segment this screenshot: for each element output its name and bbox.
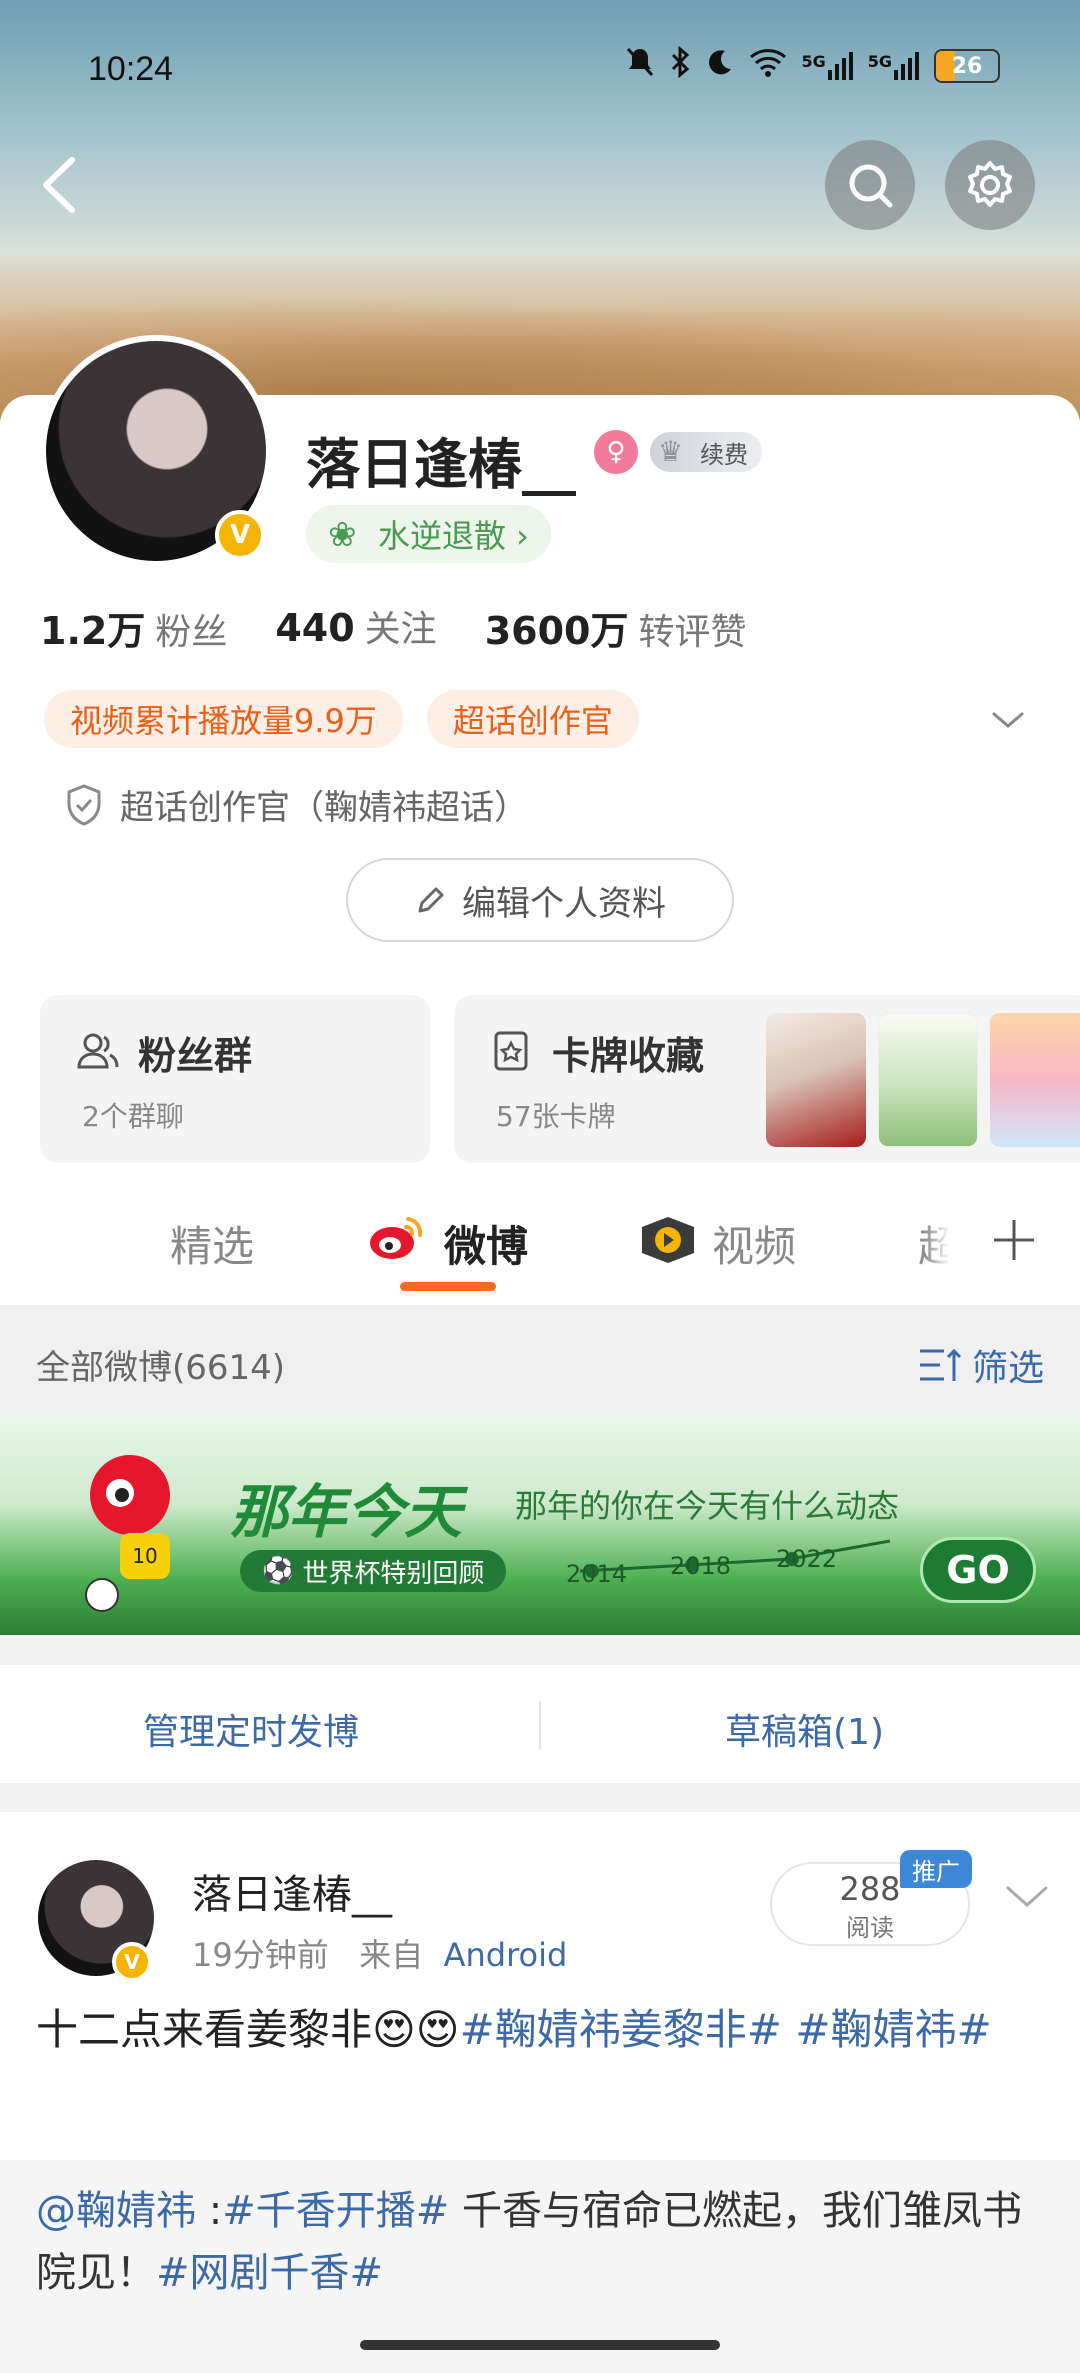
- expand-button[interactable]: [988, 700, 1028, 740]
- card-collection-box[interactable]: 卡牌收藏 57张卡牌: [454, 995, 1080, 1163]
- feature-boxes: 粉丝群 2个群聊 卡牌收藏 57张卡牌: [40, 995, 1080, 1165]
- stat-followers[interactable]: 1.2万 粉丝: [40, 600, 227, 655]
- drafts-button[interactable]: 草稿箱(1): [725, 1703, 884, 1755]
- add-tab-button[interactable]: [948, 1175, 1080, 1305]
- divider: [539, 1701, 541, 1749]
- card-thumbnail-3[interactable]: [990, 1013, 1080, 1147]
- memory-promo-banner[interactable]: 10 那年今天 那年的你在今天有什么动态 ⚽ 世界杯特别回顾 2014 2018…: [0, 1415, 1080, 1635]
- year-2022: 2022: [776, 1545, 838, 1573]
- post-text: 十二点来看姜黎非😍😍#鞠婧祎姜黎非# #鞠婧祎#: [36, 2005, 992, 2054]
- manage-bar: 管理定时发博 草稿箱(1): [0, 1665, 1080, 1783]
- tab-featured[interactable]: 精选: [170, 1213, 254, 1274]
- card-thumbnail-1[interactable]: [766, 1013, 866, 1147]
- topic-link[interactable]: #网剧千香#: [156, 2250, 383, 2296]
- group-icon: [76, 1029, 120, 1073]
- worldcup-chip: ⚽ 世界杯特别回顾: [240, 1550, 507, 1592]
- topic-link[interactable]: #千香开播#: [222, 2188, 449, 2234]
- stat-likes[interactable]: 3600万 转评赞: [485, 600, 747, 655]
- bluetooth-icon: [669, 45, 691, 86]
- wifi-icon: [749, 47, 787, 85]
- fan-group-box[interactable]: 粉丝群 2个群聊: [40, 995, 430, 1163]
- chevron-down-icon: [1006, 1886, 1048, 1908]
- signal-icon-2: 5G: [868, 52, 920, 80]
- card-icon: [490, 1029, 534, 1073]
- svg-text:10: 10: [132, 1544, 157, 1568]
- home-indicator[interactable]: [360, 2340, 720, 2350]
- verified-badge-icon: V: [215, 510, 265, 560]
- user-level-tag[interactable]: ❀ 水逆退散 ›: [306, 505, 551, 563]
- shield-check-icon: [67, 783, 101, 826]
- plus-icon: [994, 1220, 1034, 1260]
- promote-badge[interactable]: 推广: [900, 1850, 972, 1888]
- edit-profile-button[interactable]: 编辑个人资料: [346, 858, 734, 942]
- vip-renew-tag[interactable]: ♛ 续费: [650, 432, 762, 472]
- topic-link[interactable]: #鞠婧祎姜黎非#: [460, 2005, 782, 2054]
- battery-indicator: 26: [934, 49, 1000, 83]
- status-icons: 5G 5G 26: [625, 45, 1000, 86]
- back-button[interactable]: [34, 150, 84, 220]
- card-thumbnail-2[interactable]: [878, 1013, 978, 1147]
- chevron-down-icon: [992, 712, 1024, 728]
- mention-link[interactable]: @鞠婧祎: [36, 2188, 196, 2234]
- search-icon: [849, 164, 893, 208]
- tab-video[interactable]: 视频: [712, 1213, 796, 1274]
- status-bar: 10:24 5G 5G 26: [0, 0, 1080, 140]
- heart-eyes-emoji: 😍😍: [372, 2005, 460, 2054]
- filter-button[interactable]: 筛选: [918, 1339, 1044, 1391]
- weibo-mascot: 10: [80, 1445, 200, 1615]
- year-2014: 2014: [566, 1560, 628, 1588]
- search-button[interactable]: [825, 140, 915, 230]
- active-tab-indicator: [400, 1282, 496, 1291]
- scheduled-posts-button[interactable]: 管理定时发博: [143, 1703, 359, 1755]
- signal-icon-1: 5G: [801, 52, 853, 80]
- tab-weibo[interactable]: 微博: [444, 1213, 528, 1274]
- weibo-post[interactable]: V 落日逢椿__ 19分钟前 来自 Android 288 阅读 推广 十二点来…: [0, 1812, 1080, 2373]
- profile-stats: 1.2万 粉丝 440 关注 3600万 转评赞: [40, 600, 746, 655]
- profile-tabs: 精选 微博 视频 超: [0, 1175, 1080, 1305]
- pill-creator[interactable]: 超话创作官: [426, 690, 639, 748]
- post-menu-button[interactable]: [1004, 1882, 1050, 1912]
- moon-icon: [705, 47, 735, 85]
- post-verified-badge-icon: V: [112, 1942, 152, 1982]
- soccer-ball-icon: ⚽: [262, 1556, 295, 1586]
- go-button[interactable]: GO: [920, 1537, 1036, 1603]
- back-arrow-icon: [43, 157, 75, 213]
- post-author[interactable]: 落日逢椿__: [192, 1862, 392, 1920]
- topic-link[interactable]: #鞠婧祎#: [795, 2005, 991, 2054]
- promo-title: 那年今天: [230, 1478, 463, 1546]
- mute-icon: [625, 46, 655, 86]
- profile-username: 落日逢椿__: [306, 433, 576, 496]
- lotus-icon: ❀: [328, 515, 357, 555]
- status-time: 10:24: [88, 50, 174, 88]
- stat-following[interactable]: 440 关注: [275, 600, 436, 655]
- timeline-graphic: [580, 1539, 891, 1578]
- filter-bar: 全部微博(6614) 筛选: [0, 1305, 1080, 1415]
- settings-button[interactable]: [945, 140, 1035, 230]
- video-icon: [642, 1217, 694, 1263]
- year-2018: 2018: [670, 1552, 732, 1580]
- creator-info[interactable]: 超话创作官（鞠婧祎超话）: [64, 780, 528, 829]
- achievement-pills: 视频累计播放量9.9万 超话创作官: [44, 690, 639, 748]
- pill-video-plays[interactable]: 视频累计播放量9.9万: [44, 690, 403, 748]
- female-icon: ♀: [594, 430, 638, 474]
- gear-icon: [968, 161, 1012, 207]
- pencil-icon: [418, 887, 444, 913]
- all-posts-count: 全部微博(6614): [36, 1348, 286, 1388]
- crown-icon: ♛: [658, 435, 684, 468]
- weibo-logo-icon: [370, 1217, 423, 1259]
- post-meta: 19分钟前 来自 Android: [192, 1936, 568, 1974]
- filter-sort-icon: [919, 1348, 962, 1381]
